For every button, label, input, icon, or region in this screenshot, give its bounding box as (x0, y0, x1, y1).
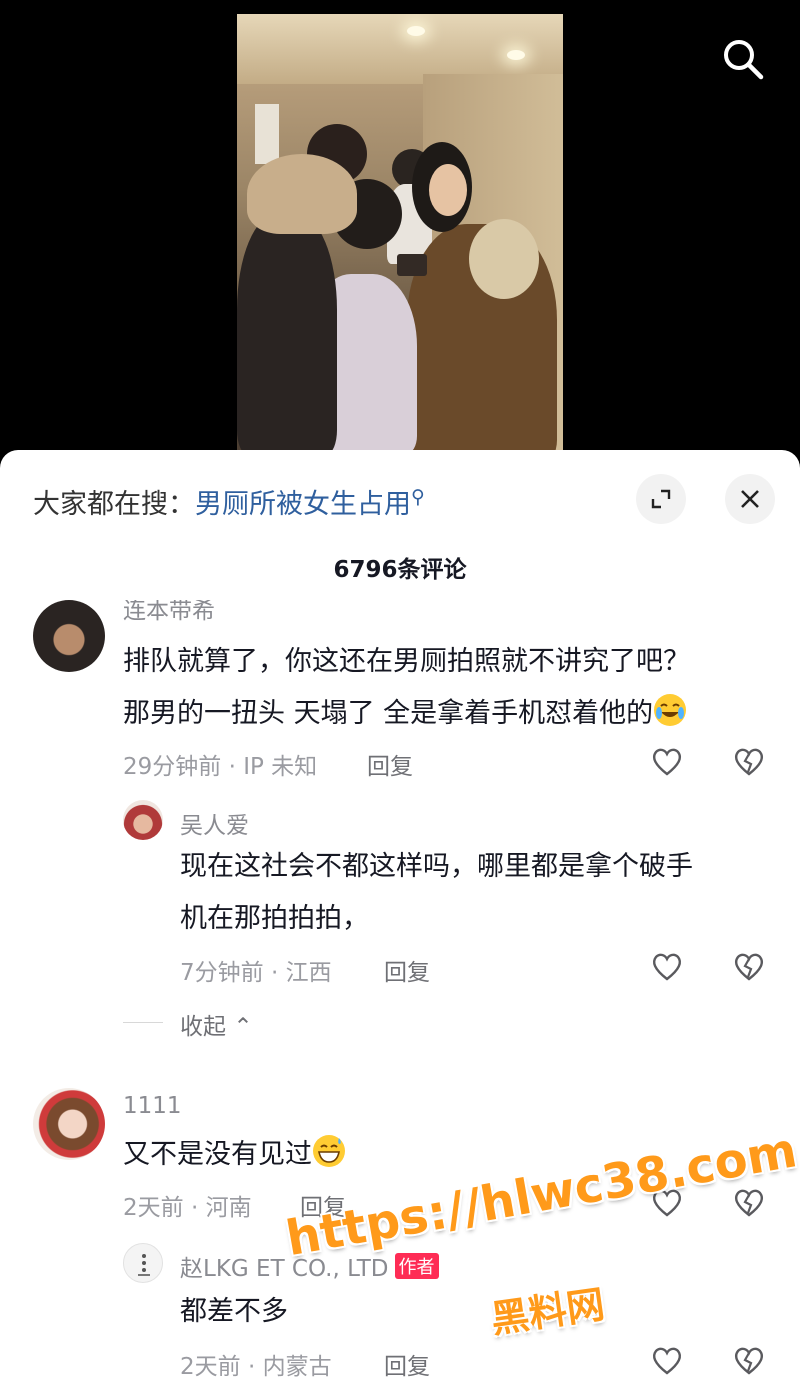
comment-meta: 2天前 · 内蒙古 (180, 1354, 332, 1380)
person-hat (247, 154, 357, 234)
expand-button[interactable] (636, 474, 686, 524)
person (237, 214, 337, 454)
dislike-icon[interactable] (732, 1343, 766, 1377)
ceiling-light (507, 50, 525, 60)
heart-icon[interactable] (650, 949, 684, 983)
comment-text: 现在这社会不都这样吗，哪里都是拿个破手 机在那拍拍拍， (180, 841, 693, 945)
reply-button[interactable]: 回复 (384, 1347, 430, 1381)
avatar[interactable] (33, 1088, 105, 1160)
crying-laughing-emoji-icon (654, 694, 687, 726)
ceiling-light (407, 26, 425, 36)
grinning-sweat-emoji-icon (313, 1135, 345, 1167)
phone (397, 254, 427, 276)
reply-button[interactable]: 回复 (384, 953, 430, 987)
collapse-replies-button[interactable]: 收起 ⌃ (180, 1007, 253, 1041)
logo-icon (138, 1254, 150, 1276)
heart-icon[interactable] (650, 1343, 684, 1377)
search-icon[interactable] (721, 37, 765, 81)
person-face (429, 164, 467, 216)
expand-icon (651, 489, 671, 509)
reply-button[interactable]: 回复 (367, 747, 413, 781)
video-player[interactable] (0, 0, 800, 470)
comment-text-line: 又不是没有见过 (123, 1139, 312, 1170)
collapse-label: 收起 (180, 1014, 226, 1040)
comment-text: 又不是没有见过 (123, 1129, 346, 1181)
close-button[interactable] (725, 474, 775, 524)
comment-text-line: 都差不多 (180, 1296, 288, 1327)
comment-text-line: 那男的一扭头 天塌了 全是拿着手机怼着他的 (123, 688, 690, 740)
comment-text-line: 排队就算了，你这还在男厕拍照就不讲究了吧？ (123, 646, 690, 677)
comment-meta: 2天前 · 河南 (123, 1195, 252, 1221)
comment-text-line: 现在这社会不都这样吗，哪里都是拿个破手 (180, 851, 693, 882)
avatar[interactable] (123, 1243, 163, 1283)
comment-meta: 7分钟前 · 江西 (180, 960, 332, 986)
avatar[interactable] (123, 800, 163, 840)
comment-count: 6796条评论 (333, 557, 467, 583)
comment-username[interactable]: 1111 (123, 1093, 182, 1119)
hot-search-prefix: 大家都在搜： (33, 489, 195, 520)
chevron-up-icon: ⌃ (233, 1014, 253, 1040)
comment-text-line: 那男的一扭头 天塌了 全是拿着手机怼着他的 (123, 698, 654, 729)
comment-text: 都差不多 (180, 1286, 288, 1338)
comment-sheet: 大家都在搜：男厕所被女生占用⚲ 6796条评论 连本带希 排队就算了，你这还在男… (0, 450, 800, 1391)
comment-text-line: 机在那拍拍拍， (180, 903, 369, 934)
person-scarf (469, 219, 539, 299)
close-icon (741, 490, 759, 508)
collapse-divider (123, 1022, 163, 1023)
author-name: 赵LKG ET CO., LTD (180, 1256, 389, 1282)
dislike-icon[interactable] (732, 744, 766, 778)
comment-username[interactable]: 连本带希 (123, 600, 215, 622)
comment-text: 排队就算了，你这还在男厕拍照就不讲究了吧？ 那男的一扭头 天塌了 全是拿着手机怼… (123, 636, 690, 740)
hot-search[interactable]: 大家都在搜：男厕所被女生占用⚲ (33, 482, 425, 521)
comment-username[interactable]: 吴人爱 (180, 806, 249, 840)
dislike-icon[interactable] (732, 949, 766, 983)
video-frame[interactable] (237, 14, 563, 454)
hot-search-keyword[interactable]: 男厕所被女生占用 (195, 489, 411, 520)
avatar[interactable] (33, 600, 105, 672)
video-door (255, 104, 279, 164)
heart-icon[interactable] (650, 744, 684, 778)
magnifier-icon: ⚲ (411, 486, 425, 508)
author-badge: 作者 (394, 1253, 439, 1279)
comment-meta: 29分钟前 · IP 未知 (123, 754, 318, 780)
dislike-icon[interactable] (732, 1185, 766, 1219)
